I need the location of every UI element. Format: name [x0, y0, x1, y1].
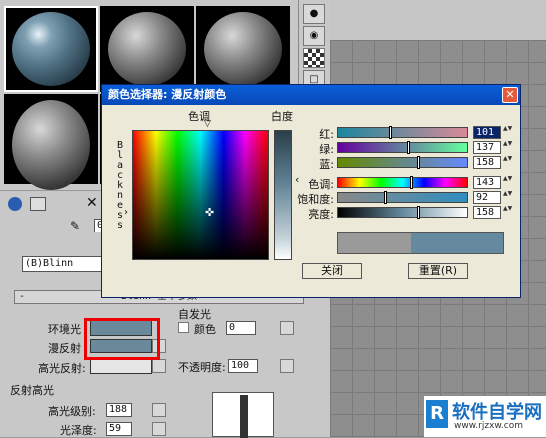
color-slider[interactable]	[337, 126, 468, 139]
spinner-arrows-icon[interactable]: ▲▼	[503, 191, 512, 204]
sample-sphere	[204, 12, 282, 86]
dialog-titlebar[interactable]: 颜色选择器: 漫反射颜色 ✕	[102, 85, 520, 105]
current-color-swatch	[411, 233, 503, 253]
highlight-curve	[240, 395, 248, 438]
slider-label: 蓝:	[319, 158, 334, 171]
slider-thumb[interactable]	[407, 141, 410, 154]
hue-blackness-field[interactable]: ✜	[132, 130, 269, 260]
spec-level-label: 高光级别:	[48, 405, 96, 418]
whiteness-bar[interactable]	[274, 130, 292, 260]
slider-label: 饱和度:	[297, 193, 334, 206]
blackness-pointer-icon[interactable]: ›	[124, 207, 128, 218]
self-illum-spinner[interactable]: 0	[226, 321, 256, 335]
watermark-url: www.rjzxw.com	[454, 421, 523, 431]
slider-value-field[interactable]: 143	[473, 176, 501, 189]
pick-material-icon[interactable]: ✎	[70, 219, 80, 233]
slider-label: 绿:	[319, 143, 334, 156]
delete-icon[interactable]: ✕	[86, 195, 98, 211]
glossiness-label: 光泽度:	[60, 424, 97, 437]
slider-thumb[interactable]	[417, 156, 420, 169]
background-icon[interactable]	[303, 48, 325, 68]
opacity-map-button[interactable]	[280, 359, 294, 373]
sample-sphere	[108, 12, 186, 86]
highlight-curve-graph	[212, 392, 274, 438]
color-slider[interactable]	[337, 156, 468, 169]
slider-thumb[interactable]	[410, 176, 413, 189]
sample-type-icon[interactable]: ●	[303, 4, 325, 24]
opacity-spinner[interactable]: 100	[228, 359, 258, 373]
color-picker-dialog: 颜色选择器: 漫反射颜色 ✕ 色调 ▽ 白度 Blackness › ✜ ‹ 红…	[101, 84, 521, 298]
sample-sphere	[12, 100, 90, 190]
collapse-icon: -	[19, 291, 26, 302]
close-button[interactable]: 关闭	[302, 263, 362, 279]
opacity-label: 不透明度:	[178, 361, 226, 374]
slider-label: 色调:	[308, 178, 334, 191]
logo-mark-icon: R	[426, 400, 448, 428]
slider-thumb[interactable]	[389, 126, 392, 139]
glossiness-spinner[interactable]: 59	[106, 422, 132, 436]
specular-color-swatch[interactable]	[90, 358, 152, 374]
dialog-title: 颜色选择器: 漫反射颜色	[108, 88, 227, 101]
slider-value-field[interactable]: 158	[473, 156, 501, 169]
hue-pointer-icon[interactable]: ▽	[204, 119, 211, 129]
slider-value-field[interactable]: 137	[473, 141, 501, 154]
reset-button[interactable]: 重置(R)	[408, 263, 468, 279]
get-material-icon[interactable]	[8, 197, 22, 211]
whiteness-label: 白度	[271, 110, 293, 123]
material-slot-4[interactable]	[4, 94, 98, 190]
color-crosshair-icon[interactable]: ✜	[205, 206, 214, 219]
spinner-arrows-icon[interactable]: ▲▼	[503, 156, 512, 169]
watermark-logo: R 软件自学网 www.rjzxw.com	[424, 396, 546, 437]
color-compare-swatch	[337, 232, 504, 254]
material-slot-1[interactable]	[4, 6, 98, 92]
spinner-arrows-icon[interactable]: ▲▼	[503, 176, 512, 189]
spec-level-spinner[interactable]: 188	[106, 403, 132, 417]
slider-value-field[interactable]: 101	[473, 126, 501, 139]
color-slider[interactable]	[337, 176, 468, 189]
sample-sphere	[12, 12, 90, 86]
assign-material-icon[interactable]	[30, 197, 46, 211]
diffuse-label: 漫反射	[48, 342, 81, 355]
spinner-arrows-icon[interactable]: ▲▼	[503, 126, 512, 139]
spec-highlights-title: 反射高光	[10, 384, 54, 397]
material-slot-2[interactable]	[100, 6, 194, 92]
slider-value-field[interactable]: 92	[473, 191, 501, 204]
self-illum-map-button[interactable]	[280, 321, 294, 335]
color-slider[interactable]	[337, 206, 468, 219]
slider-thumb[interactable]	[417, 206, 420, 219]
color-checkbox-label: 颜色	[194, 323, 216, 336]
slider-value-field[interactable]: 158	[473, 206, 501, 219]
ambient-label: 环境光	[48, 323, 81, 336]
specular-label: 高光反射:	[38, 362, 86, 375]
spec-level-map-button[interactable]	[152, 403, 166, 417]
slider-thumb[interactable]	[384, 191, 387, 204]
slider-label: 亮度:	[308, 208, 334, 221]
specular-map-button[interactable]	[152, 359, 166, 373]
color-slider[interactable]	[337, 191, 468, 204]
spinner-arrows-icon[interactable]: ▲▼	[503, 206, 512, 219]
self-illum-title: 自发光	[178, 308, 211, 321]
color-slider[interactable]	[337, 141, 468, 154]
close-icon[interactable]: ✕	[502, 87, 518, 103]
viewport-toolbar	[330, 0, 546, 40]
shader-dropdown[interactable]: (B)Blinn	[22, 256, 112, 272]
original-color-swatch	[338, 233, 411, 253]
spinner-arrows-icon[interactable]: ▲▼	[503, 141, 512, 154]
backlight-icon[interactable]: ◉	[303, 26, 325, 46]
highlight-annotation	[84, 318, 160, 360]
glossiness-map-button[interactable]	[152, 422, 166, 436]
slider-label: 红:	[319, 128, 334, 141]
material-slot-3[interactable]	[196, 6, 290, 92]
color-checkbox[interactable]	[178, 322, 189, 333]
